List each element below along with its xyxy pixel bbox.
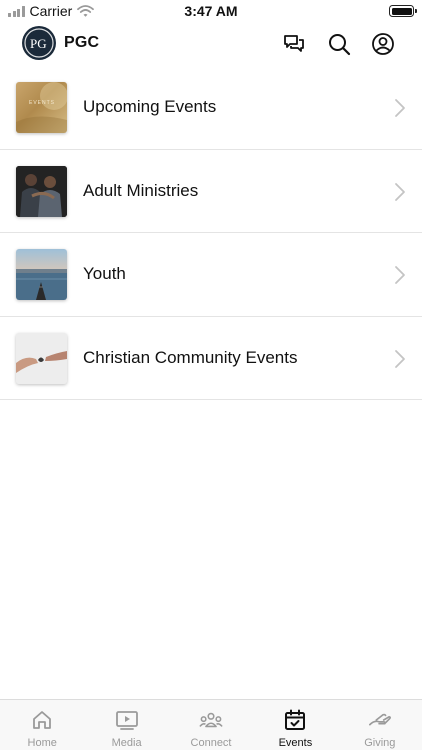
tab-label: Events: [278, 737, 313, 749]
status-bar: Carrier 3:47 AM: [0, 0, 422, 22]
tab-media[interactable]: Media: [84, 700, 168, 750]
search-icon: [329, 34, 351, 56]
battery-icon: [389, 5, 417, 17]
upcoming-events-thumbnail: EVENTS: [16, 82, 67, 133]
connect-icon: [199, 712, 223, 728]
logo-mark-icon: PG: [24, 28, 54, 58]
chat-button[interactable]: [282, 32, 306, 56]
list-item-adult-ministries[interactable]: Adult Ministries: [0, 150, 422, 233]
tab-home[interactable]: Home: [0, 700, 84, 750]
events-category-list: EVENTS Upcoming Events Adult Ministries: [0, 66, 422, 400]
list-item-upcoming-events[interactable]: EVENTS Upcoming Events: [0, 66, 422, 150]
media-icon: [115, 711, 138, 730]
community-events-thumbnail: [16, 332, 67, 384]
chat-icon: [284, 35, 304, 52]
adult-ministries-thumbnail: [16, 165, 67, 217]
chevron-right-icon: [395, 266, 405, 284]
list-item-label: Youth: [83, 264, 126, 283]
list-item-label: Adult Ministries: [83, 180, 199, 200]
tab-label: Connect: [190, 737, 232, 749]
logo-letters: PG: [30, 36, 47, 51]
profile-button[interactable]: [371, 32, 395, 56]
events-icon: [285, 709, 306, 730]
thumb-events-text: EVENTS: [29, 100, 55, 106]
chevron-right-icon: [395, 182, 405, 201]
tab-connect[interactable]: Connect: [169, 700, 253, 750]
tab-label: Home: [27, 737, 57, 749]
tab-label: Giving: [364, 737, 396, 749]
list-item-youth[interactable]: Youth: [0, 233, 422, 317]
list-item-christian-community-events[interactable]: Christian Community Events: [0, 317, 422, 400]
list-item-label: Upcoming Events: [83, 97, 217, 116]
app-header: PG PGC: [0, 22, 422, 68]
chevron-right-icon: [395, 349, 405, 368]
bottom-tab-bar: Home Media Connect Events Giving: [0, 699, 422, 750]
church-logo[interactable]: PG: [22, 26, 56, 60]
tab-events[interactable]: Events: [253, 700, 337, 750]
status-time: 3:47 AM: [184, 3, 238, 19]
brand-name: PGC: [64, 34, 100, 51]
home-icon: [33, 711, 52, 729]
chevron-right-icon: [395, 99, 405, 117]
tab-label: Media: [111, 737, 142, 749]
account-icon: [372, 33, 394, 55]
search-button[interactable]: [327, 32, 351, 56]
youth-thumbnail: [16, 249, 67, 300]
list-item-label: Christian Community Events: [83, 347, 298, 367]
giving-icon: [368, 713, 391, 726]
tab-giving[interactable]: Giving: [338, 700, 422, 750]
